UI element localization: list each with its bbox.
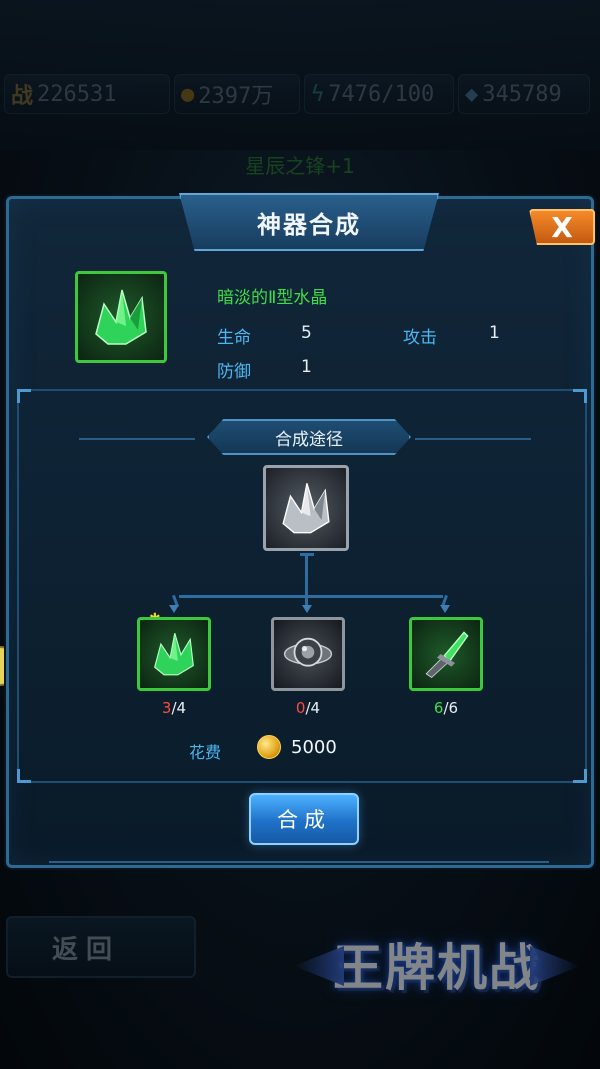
ingredient-slot-1[interactable] <box>137 617 211 691</box>
ingredient-need-2: 4 <box>310 699 321 717</box>
green-crystal-icon <box>95 289 147 345</box>
target-item-slot[interactable] <box>75 271 167 363</box>
ingredient-have-3: 6 <box>433 699 444 717</box>
ingredient-have-2: 0 <box>295 699 306 717</box>
green-crystal-icon <box>154 633 194 676</box>
arrow-left <box>169 605 179 613</box>
divider-right <box>415 438 531 440</box>
ingredient-slot-2[interactable] <box>271 617 345 691</box>
gray-crystal-icon <box>282 483 330 534</box>
arrow-right <box>440 605 450 613</box>
recipe-panel: 合成途径 ✱ <box>17 389 587 783</box>
stat-label-attack: 攻击 <box>403 328 437 348</box>
cost-value: 5000 <box>291 737 337 758</box>
ingredient-slot-3[interactable] <box>409 617 483 691</box>
stat-label-hp: 生命 <box>217 328 251 348</box>
stat-value-defense: 1 <box>301 357 312 377</box>
corner-tl <box>17 389 31 403</box>
stat-label-defense: 防御 <box>217 362 251 382</box>
corner-bl <box>17 769 31 783</box>
stat-value-hp: 5 <box>301 323 312 343</box>
green-blade-icon <box>425 631 469 678</box>
corner-tr <box>573 389 587 403</box>
ingredient-count-2: 0/4 <box>295 699 321 717</box>
ingredient-need-1: 4 <box>176 699 187 717</box>
dialog-bottom-rail <box>49 845 549 863</box>
corner-br <box>573 769 587 783</box>
result-item-slot[interactable] <box>263 465 349 551</box>
close-button[interactable]: X <box>529 209 595 245</box>
craft-button[interactable]: 合成 <box>249 793 359 845</box>
ingredient-count-3: 6/6 <box>433 699 459 717</box>
dialog-title: 神器合成 <box>257 210 361 239</box>
ingredient-have-1: 3 <box>161 699 172 717</box>
tree-trunk <box>305 555 308 595</box>
cost-label: 花费 <box>189 743 222 762</box>
ingredient-need-3: 6 <box>448 699 459 717</box>
dialog-header: 神器合成 <box>179 193 439 251</box>
tree-branch <box>179 595 443 598</box>
recipe-title: 合成途径 <box>207 419 411 455</box>
stat-value-attack: 1 <box>489 323 500 343</box>
item-name: 暗淡的Ⅱ型水晶 <box>217 288 328 308</box>
metal-orb-icon <box>283 637 333 667</box>
divider-left <box>79 438 195 440</box>
ingredient-count-1: 3/4 <box>161 699 187 717</box>
arrow-mid <box>302 605 312 613</box>
artifact-synthesis-dialog: 神器合成 X 暗淡的Ⅱ型水晶 生命 5 攻击 1 防御 1 合成途径 3/4 0… <box>6 193 595 868</box>
gold-coin-icon <box>257 735 281 759</box>
